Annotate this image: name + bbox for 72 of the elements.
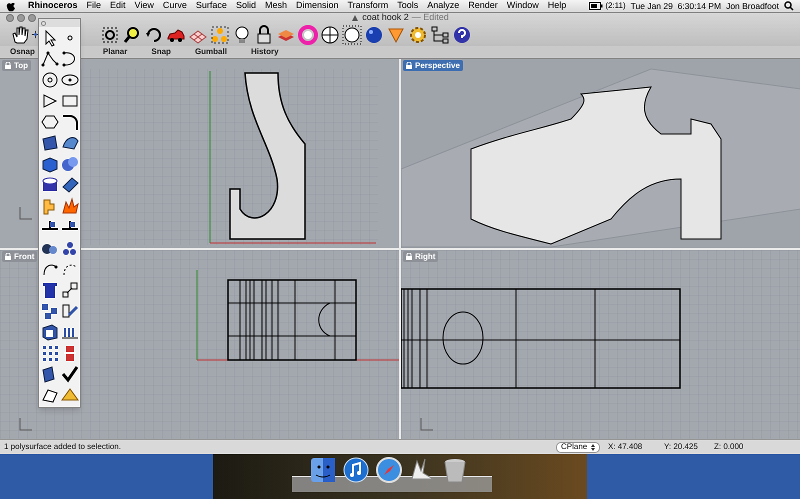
gear-icon[interactable] xyxy=(408,24,428,44)
menu-item[interactable]: Curve xyxy=(162,0,187,13)
pillar-icon[interactable] xyxy=(40,280,60,300)
menu-item[interactable]: Surface xyxy=(196,0,227,13)
help-icon[interactable] xyxy=(452,24,472,44)
circle-icon[interactable] xyxy=(40,70,60,90)
slab-icon[interactable] xyxy=(60,175,80,195)
battery-time: (2:11) xyxy=(605,0,626,12)
points-icon[interactable] xyxy=(210,24,230,44)
menu-item[interactable]: Edit xyxy=(110,0,126,13)
menu-clock[interactable]: Tue Jan 29 6:30:14 PM xyxy=(630,0,722,12)
search-icon[interactable] xyxy=(784,1,794,11)
cplane-dropdown[interactable]: CPlane xyxy=(556,442,600,452)
menu-item[interactable]: Help xyxy=(548,0,566,13)
fillet-icon[interactable] xyxy=(60,112,80,132)
user-name[interactable]: Jon Broadfoot xyxy=(726,0,779,12)
lock-icon xyxy=(406,62,412,69)
solid-box-icon[interactable] xyxy=(40,322,60,342)
toolbar-tab[interactable]: History xyxy=(250,46,279,58)
menu-item[interactable]: Solid xyxy=(236,0,256,13)
scale-icon[interactable] xyxy=(60,280,80,300)
menu-item[interactable]: Render xyxy=(468,0,498,13)
viewport-tab[interactable]: Perspective xyxy=(403,60,463,71)
check-icon[interactable] xyxy=(60,364,80,384)
viewport[interactable]: Perspective xyxy=(401,59,800,248)
surface-icon[interactable] xyxy=(40,133,60,153)
lock-icon xyxy=(406,253,412,260)
axis-gizmo-icon xyxy=(420,418,434,430)
toolbar-tab[interactable]: Planar xyxy=(102,46,128,58)
menu-item[interactable]: Rhinoceros xyxy=(28,0,78,13)
window-subtitle: — Edited xyxy=(412,11,449,24)
trash-icon[interactable] xyxy=(442,457,468,483)
menu-item[interactable]: File xyxy=(86,0,102,13)
toolbar-tab[interactable]: Osnap xyxy=(10,46,35,58)
blocks-icon[interactable] xyxy=(40,301,60,321)
sphere-outline-icon[interactable] xyxy=(342,24,362,44)
zoom-box-icon[interactable] xyxy=(100,24,120,44)
axis-gizmo-icon xyxy=(20,418,32,430)
polyline-icon[interactable] xyxy=(40,49,60,69)
menu-item[interactable]: Window xyxy=(506,0,539,13)
sphere-icon[interactable] xyxy=(364,24,384,44)
stepper-icon xyxy=(591,444,595,450)
hand-icon[interactable] xyxy=(10,24,30,44)
explode-icon[interactable] xyxy=(60,196,80,216)
z-coordinate: Z: 0.000 xyxy=(714,441,744,453)
hierarchy-icon[interactable] xyxy=(430,24,450,44)
menu-item[interactable]: Transform xyxy=(348,0,388,13)
y-coordinate: Y: 20.425 xyxy=(664,441,699,453)
lock-icon xyxy=(5,62,11,69)
grid-icon[interactable] xyxy=(40,343,60,363)
menu-item[interactable]: Dimension xyxy=(296,0,339,13)
music-note-icon[interactable] xyxy=(343,457,369,483)
axis-gizmo-icon xyxy=(20,206,32,220)
wireframe-sphere-icon[interactable] xyxy=(320,24,340,44)
crosshair-icon[interactable] xyxy=(31,30,40,39)
lock-icon xyxy=(5,253,11,260)
battery-icon[interactable] xyxy=(589,2,604,10)
magnifier-icon[interactable] xyxy=(122,24,142,44)
spheres-icon[interactable] xyxy=(60,154,80,174)
menu-item[interactable]: Mesh xyxy=(264,0,287,13)
toolbar-tab[interactable]: Snap xyxy=(151,46,171,58)
menu-item[interactable]: Tools xyxy=(397,0,418,13)
apple-icon[interactable] xyxy=(6,0,16,12)
finder-face-icon[interactable] xyxy=(310,457,336,483)
palette-close-button[interactable] xyxy=(41,20,46,26)
color-wheel-icon[interactable] xyxy=(298,24,318,44)
status-message: 1 polysurface added to selection. xyxy=(4,441,121,453)
toolbar-tab[interactable]: Gumball xyxy=(194,46,227,58)
window-title: coat hook 2 xyxy=(362,11,409,24)
x-coordinate: X: 47.408 xyxy=(608,441,644,453)
menu-item[interactable]: View xyxy=(134,0,154,13)
menu-item[interactable]: Analyze xyxy=(427,0,460,13)
